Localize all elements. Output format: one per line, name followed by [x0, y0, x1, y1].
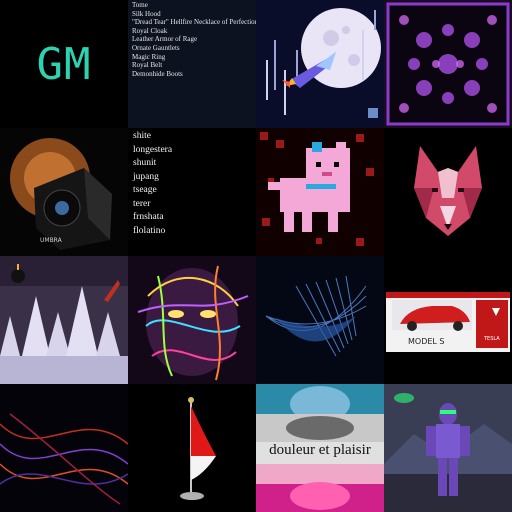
string-sculpture-tile[interactable] — [256, 256, 384, 384]
moon-rocket-art — [256, 0, 384, 128]
loot-item: "Dread Tear" Hellfire Necklace of Perfec… — [132, 18, 256, 27]
word-item: flolatino — [133, 225, 166, 236]
speaker-box-tile[interactable]: UMBRA — [0, 128, 128, 256]
loot-item: Magic Ring — [132, 52, 166, 61]
pixel-moon-rocket-tile[interactable] — [256, 0, 384, 128]
word-item: frnshata — [133, 212, 164, 222]
kaleidoscope-art — [384, 0, 512, 128]
word-item: longestera — [133, 144, 173, 155]
pixel-dog-tile[interactable] — [256, 128, 384, 256]
tesla-box-art: MODEL S TESLA — [384, 256, 512, 384]
light-trails-art — [0, 384, 128, 512]
loot-item: Tome — [132, 1, 148, 9]
model-label: MODEL S — [408, 337, 445, 346]
speaker-label: UMBRA — [40, 237, 63, 244]
loot-item: Royal Belt — [132, 61, 163, 70]
pixel-dog-art — [256, 128, 384, 256]
speaker-box-art: UMBRA — [0, 128, 128, 256]
nft-gallery-grid: GM Tome Silk Hood "Dread Tear" Hellfire … — [0, 0, 512, 512]
collage-caption: douleur et plaisir — [269, 442, 371, 458]
pixel-snow-peaks-tile[interactable] — [0, 256, 128, 384]
word-item: tseage — [133, 185, 157, 195]
brand-label: TESLA — [483, 336, 500, 342]
word-list-tile[interactable]: shite longestera shunit jupang tseage te… — [128, 128, 256, 256]
purple-character-art — [384, 384, 512, 512]
loot-list: Tome Silk Hood "Dread Tear" Hellfire Nec… — [128, 0, 256, 78]
gm-tile[interactable]: GM — [0, 0, 128, 128]
gm-text: GM — [36, 38, 92, 90]
flag-tile[interactable] — [128, 384, 256, 512]
loot-item: Ornate Gauntlets — [132, 43, 180, 52]
collage-tile[interactable]: douleur et plaisir — [256, 384, 384, 512]
loot-list-tile[interactable]: Tome Silk Hood "Dread Tear" Hellfire Nec… — [128, 0, 256, 128]
loot-item: Royal Cloak — [132, 26, 168, 35]
loot-item: Silk Hood — [132, 9, 161, 18]
word-item: shunit — [133, 158, 157, 168]
wolf-art — [384, 128, 512, 256]
tesla-model-box-tile[interactable]: MODEL S TESLA — [384, 256, 512, 384]
purple-kaleidoscope-tile[interactable] — [384, 0, 512, 128]
snow-peaks-art — [0, 256, 128, 384]
word-item: terer — [133, 198, 151, 209]
string-sculpture-art — [256, 256, 384, 384]
wolf-tile[interactable] — [384, 128, 512, 256]
purple-character-tile[interactable] — [384, 384, 512, 512]
word-item: shite — [133, 131, 151, 141]
loot-item: Demonhide Boots — [132, 69, 183, 78]
neon-face-art — [128, 256, 256, 384]
word-item: jupang — [133, 171, 159, 182]
loot-item: Leather Armor of Rage — [132, 35, 198, 44]
light-trails-tile[interactable] — [0, 384, 128, 512]
word-list: shite longestera shunit jupang tseage te… — [128, 128, 256, 238]
flag-art — [128, 384, 256, 512]
neon-face-tile[interactable] — [128, 256, 256, 384]
